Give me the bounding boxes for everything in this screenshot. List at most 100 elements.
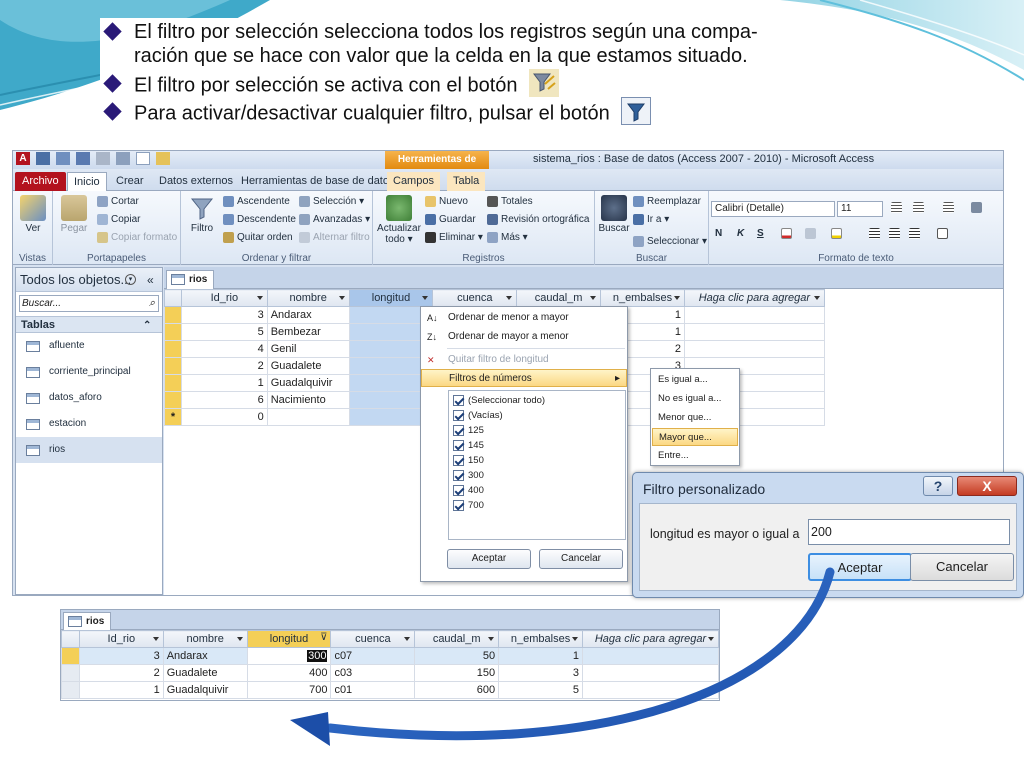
column-header-nombre[interactable]: nombre xyxy=(266,289,350,307)
filtro-button[interactable]: Filtro xyxy=(185,195,219,234)
indent-button[interactable] xyxy=(943,201,957,215)
column-header-caudal-m[interactable]: caudal_m xyxy=(516,289,602,307)
nuevo-button[interactable]: Nuevo xyxy=(425,195,468,209)
row-selector[interactable] xyxy=(164,374,182,392)
font-name-combo[interactable]: Calibri (Detalle) xyxy=(711,201,835,217)
italic-button[interactable]: K xyxy=(737,227,744,241)
nav-item-corriente-principal[interactable]: corriente_principal xyxy=(16,359,162,385)
column-header-id-rio[interactable]: Id_rio xyxy=(78,630,164,648)
menu-sort-ascending[interactable]: A↓ Ordenar de menor a mayor xyxy=(421,309,627,327)
align-left-button[interactable] xyxy=(869,227,883,241)
column-dropdown-icon[interactable] xyxy=(152,637,159,641)
alternar-filtro-button[interactable]: Alternar filtro xyxy=(299,231,370,245)
row-selector[interactable] xyxy=(164,357,182,375)
fill-color-button[interactable] xyxy=(831,227,845,241)
table-row[interactable]: 2 Guadalete 400 c03 150 3 xyxy=(61,664,719,682)
nav-search-input[interactable]: Buscar... ⌕ xyxy=(19,295,159,312)
column-header-cuenca[interactable]: cuenca xyxy=(330,630,416,648)
font-color-button[interactable] xyxy=(781,227,795,241)
dialog-ok-button[interactable]: Aceptar xyxy=(808,553,912,581)
column-header-id-rio[interactable]: Id_rio xyxy=(180,289,268,307)
checkbox-value[interactable]: 125 xyxy=(453,423,484,438)
select-all-cell[interactable] xyxy=(164,289,182,307)
nav-item-datos-aforo[interactable]: datos_aforo xyxy=(16,385,162,411)
pegar-button[interactable]: Pegar xyxy=(59,195,89,234)
filter-applied-icon[interactable]: ⊽ xyxy=(320,632,327,643)
menu-cancel-button[interactable]: Cancelar xyxy=(539,549,623,569)
avanzadas-button[interactable]: Avanzadas ▾ xyxy=(299,213,370,227)
menu-ok-button[interactable]: Aceptar xyxy=(447,549,531,569)
column-dropdown-icon[interactable] xyxy=(236,637,243,641)
document-tab-rios[interactable]: rios xyxy=(166,270,214,289)
tab-inicio[interactable]: Inicio xyxy=(67,172,107,191)
row-selector[interactable] xyxy=(61,681,80,699)
chevron-down-icon[interactable]: ▾ xyxy=(125,274,136,285)
column-dropdown-icon[interactable] xyxy=(506,296,513,300)
guardar-button[interactable]: Guardar xyxy=(425,213,476,227)
checkbox-icon[interactable] xyxy=(453,455,464,466)
save-as-icon[interactable] xyxy=(56,152,71,165)
help-button[interactable]: ? xyxy=(923,476,953,496)
column-dropdown-icon[interactable] xyxy=(338,296,345,300)
checkbox-select-all[interactable]: (Seleccionar todo) xyxy=(453,393,545,408)
checkbox-icon[interactable] xyxy=(453,440,464,451)
row-selector[interactable] xyxy=(61,664,80,682)
menu-clear-filter[interactable]: ✕ Quitar filtro de longitud xyxy=(421,351,627,369)
ascendente-button[interactable]: Ascendente xyxy=(223,195,290,209)
document-tab-rios[interactable]: rios xyxy=(63,612,111,630)
close-button[interactable]: X xyxy=(957,476,1017,496)
gridlines-button[interactable] xyxy=(937,227,951,241)
text-direction-button[interactable] xyxy=(971,201,985,215)
ir-a-button[interactable]: Ir a ▾ xyxy=(633,213,669,227)
actualizar-todo-button[interactable]: Actualizar todo ▾ xyxy=(377,195,421,245)
dialog-cancel-button[interactable]: Cancelar xyxy=(910,553,1014,581)
print-icon[interactable] xyxy=(116,152,131,165)
align-center-button[interactable] xyxy=(889,227,903,241)
filter-value-input[interactable]: 200 xyxy=(808,519,1010,545)
column-header-cuenca[interactable]: cuenca xyxy=(432,289,518,307)
column-dropdown-icon[interactable] xyxy=(256,296,263,300)
column-header-longitud[interactable]: longitud ⊽ xyxy=(246,630,332,648)
bullets-button[interactable] xyxy=(891,201,905,215)
row-selector[interactable] xyxy=(164,306,182,324)
redo-icon[interactable] xyxy=(96,152,111,165)
column-header-longitud[interactable]: longitud xyxy=(348,289,434,307)
checkbox-icon[interactable] xyxy=(453,500,464,511)
checkbox-value[interactable]: 300 xyxy=(453,468,484,483)
checkbox-icon[interactable] xyxy=(453,485,464,496)
row-selector[interactable] xyxy=(164,323,182,341)
tab-campos[interactable]: Campos xyxy=(387,172,440,191)
underline-button[interactable]: S xyxy=(757,227,764,241)
copiar-formato-button[interactable]: Copiar formato xyxy=(97,231,177,245)
submenu-between[interactable]: Entre... xyxy=(652,447,738,465)
copiar-button[interactable]: Copiar xyxy=(97,213,140,227)
collapse-pane-icon[interactable]: « xyxy=(147,268,154,292)
column-dropdown-icon[interactable] xyxy=(708,637,714,641)
cortar-button[interactable]: Cortar xyxy=(97,195,139,209)
nav-item-estacion[interactable]: estacion xyxy=(16,411,162,437)
highlight-button[interactable] xyxy=(805,227,819,241)
submenu-not-equals[interactable]: No es igual a... xyxy=(652,390,738,408)
bold-button[interactable]: N xyxy=(715,227,722,241)
column-dropdown-icon[interactable] xyxy=(572,637,578,641)
column-header-n-embalses[interactable]: n_embalses xyxy=(498,630,583,648)
column-header-nombre[interactable]: nombre xyxy=(162,630,248,648)
column-dropdown-icon[interactable] xyxy=(673,296,680,300)
checkbox-value[interactable]: 145 xyxy=(453,438,484,453)
numbering-button[interactable] xyxy=(913,201,927,215)
checkbox-icon[interactable] xyxy=(453,395,464,406)
new-record-marker[interactable]: * xyxy=(164,408,182,426)
new-icon[interactable] xyxy=(136,152,151,165)
nav-item-rios[interactable]: rios xyxy=(16,437,162,463)
quitar-orden-button[interactable]: Quitar orden xyxy=(223,231,293,245)
row-selector[interactable] xyxy=(164,340,182,358)
column-dropdown-icon[interactable] xyxy=(813,296,820,300)
column-header-n-embalses[interactable]: n_embalses xyxy=(600,289,685,307)
column-dropdown-icon[interactable] xyxy=(488,637,495,641)
menu-number-filters[interactable]: Filtros de números ▸ xyxy=(421,369,627,387)
align-right-button[interactable] xyxy=(909,227,923,241)
column-dropdown-icon[interactable] xyxy=(590,296,597,300)
font-size-combo[interactable]: 11 xyxy=(837,201,883,217)
column-dropdown-icon[interactable] xyxy=(404,637,411,641)
submenu-equals[interactable]: Es igual a... xyxy=(652,371,738,389)
